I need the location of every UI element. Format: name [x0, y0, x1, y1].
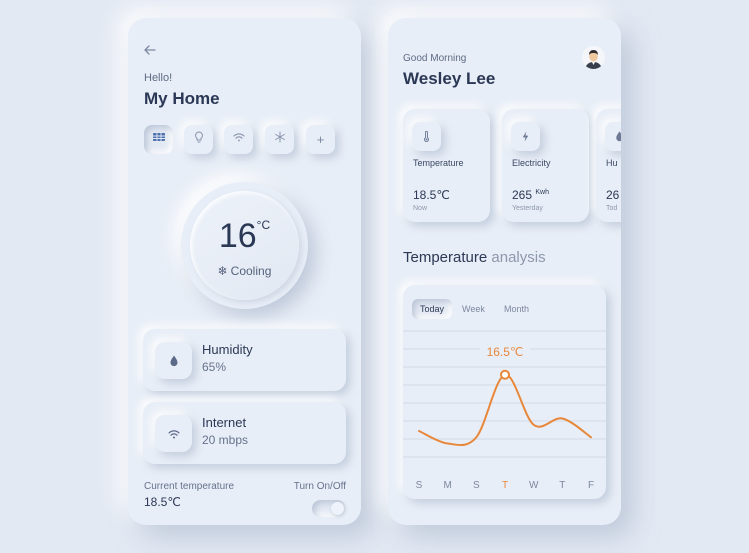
temperature-line-chart: 16.5℃ S M S T W T F	[403, 330, 606, 491]
x-tick-label: S	[416, 480, 423, 491]
humidity-title: Humidity	[202, 342, 253, 357]
fan-button[interactable]	[265, 125, 294, 154]
current-temperature-value: 18.5℃	[144, 495, 181, 509]
section-title: Temperature analysis	[403, 249, 546, 266]
snowflake-icon: ❄	[217, 264, 228, 278]
stat-card-humidity[interactable]: Hu 26 Tod	[596, 109, 621, 222]
humidity-value: 65%	[202, 360, 227, 374]
thermometer-icon	[412, 122, 441, 151]
dial-temperature: 16°C	[190, 217, 299, 256]
current-temperature-label: Current temperature	[144, 481, 235, 492]
heater-button[interactable]	[144, 125, 173, 154]
stat-sub: Yesterday	[512, 205, 543, 212]
greeting: Hello!	[144, 72, 173, 84]
stat-value-number: 265	[512, 188, 533, 202]
power-toggle[interactable]	[312, 500, 346, 517]
plus-icon: +	[316, 132, 325, 147]
add-device-button[interactable]: +	[306, 125, 335, 154]
lightning-icon	[511, 122, 540, 151]
internet-title: Internet	[202, 415, 247, 430]
thermostat-dial[interactable]: 16°C ❄ Cooling	[181, 182, 308, 309]
stat-value-unit: Kwh	[535, 189, 549, 196]
lightbulb-icon	[192, 130, 206, 149]
temperature-chart-card: Today Week Month 16.5℃ S M S T W T F	[403, 285, 606, 499]
stat-sub: Tod	[606, 205, 618, 212]
fan-icon	[273, 130, 287, 149]
dial-mode-label: Cooling	[230, 264, 272, 278]
stat-value: 26	[606, 188, 619, 202]
x-tick-label: S	[473, 480, 480, 491]
highlight-point	[500, 369, 510, 380]
section-title-light: analysis	[487, 249, 546, 266]
dashboard-screen: Good Morning Wesley Lee Temperature 18.5…	[388, 18, 621, 525]
x-tick-label: T	[559, 480, 565, 491]
stat-value: 18.5℃	[413, 188, 450, 202]
stat-value: 265 Kwh	[512, 188, 549, 202]
stat-value-number: 18.5℃	[413, 188, 450, 202]
dial-mode: ❄ Cooling	[190, 264, 299, 278]
internet-card[interactable]: Internet 20 mbps	[143, 402, 346, 464]
heater-icon	[152, 130, 166, 149]
stat-card-electricity[interactable]: Electricity 265 Kwh Yesterday	[502, 109, 589, 222]
stat-label: Electricity	[512, 158, 551, 168]
stat-card-temperature[interactable]: Temperature 18.5℃ Now	[403, 109, 490, 222]
x-tick-label: F	[588, 480, 594, 491]
wifi-icon	[155, 415, 192, 452]
humidity-card[interactable]: Humidity 65%	[143, 329, 346, 391]
internet-value: 20 mbps	[202, 433, 249, 447]
section-title-bold: Temperature	[403, 249, 488, 266]
wifi-icon	[232, 130, 246, 149]
x-tick-label: M	[443, 480, 451, 491]
greeting: Good Morning	[403, 53, 467, 64]
back-arrow-icon[interactable]	[142, 42, 158, 58]
stat-value-number: 26	[606, 188, 620, 202]
toggle-knob	[331, 502, 344, 515]
light-button[interactable]	[184, 125, 213, 154]
x-tick-label: W	[529, 480, 539, 491]
dial-temperature-unit: °C	[256, 218, 271, 232]
tooltip-label: 16.5℃	[487, 345, 524, 359]
wifi-button[interactable]	[224, 125, 253, 154]
drop-icon	[605, 122, 621, 151]
water-drop-icon	[155, 342, 192, 379]
page-title: My Home	[144, 89, 220, 108]
x-tick-label: T	[502, 480, 508, 491]
toggle-label: Turn On/Off	[293, 481, 346, 492]
avatar[interactable]	[582, 46, 605, 69]
home-screen: Hello! My Home + 16°C ❄ Cooling Humidity…	[128, 18, 361, 525]
thermostat-dial-face: 16°C ❄ Cooling	[190, 191, 299, 300]
stat-label: Hu	[606, 158, 618, 168]
stat-label: Temperature	[413, 158, 464, 168]
stat-sub: Now	[413, 205, 428, 212]
dial-temperature-value: 16	[218, 217, 257, 255]
user-name: Wesley Lee	[403, 69, 496, 88]
